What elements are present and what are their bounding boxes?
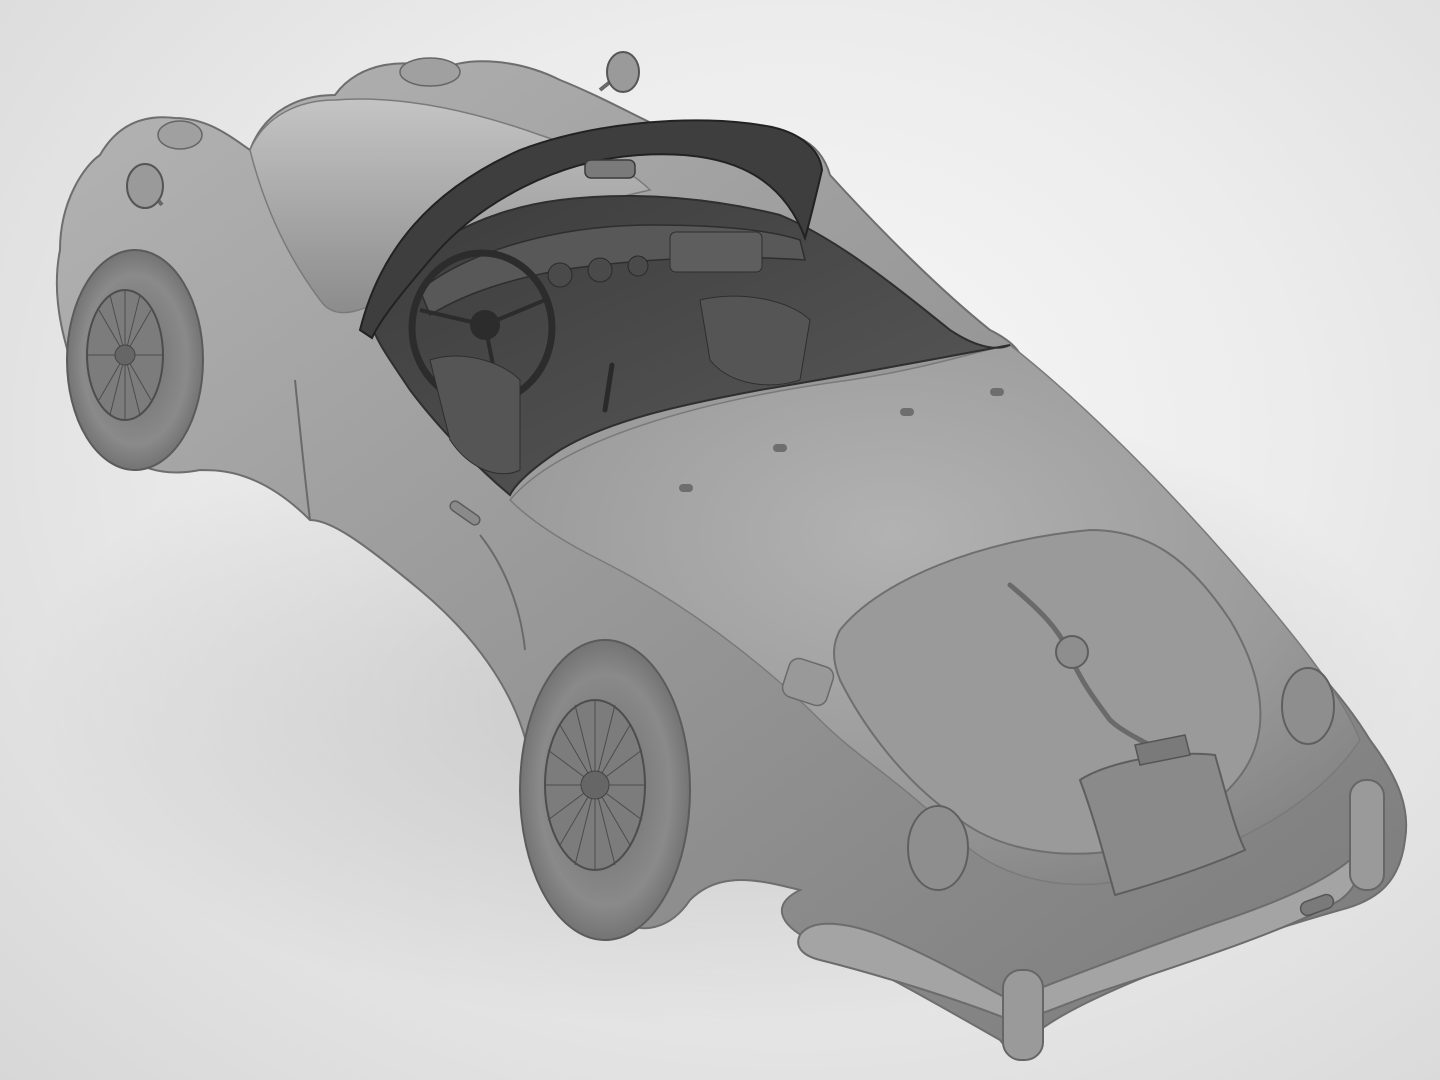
rear-wheel xyxy=(519,639,691,941)
render-canvas xyxy=(0,0,1440,1080)
glovebox xyxy=(669,231,763,273)
tail-light-left xyxy=(907,805,969,891)
gauge-1 xyxy=(547,262,573,288)
boot-emblem xyxy=(1055,635,1089,669)
overrider-right xyxy=(1349,779,1385,891)
side-mirror-left xyxy=(126,163,164,209)
gauge-2 xyxy=(587,257,613,283)
overrider-left xyxy=(1002,969,1044,1061)
tail-light-right xyxy=(1281,667,1335,745)
side-mirror-right xyxy=(598,51,640,93)
front-wheel xyxy=(66,249,204,471)
car-render xyxy=(20,51,1420,1061)
gauge-3 xyxy=(627,255,649,277)
headlight-right xyxy=(399,57,461,87)
rear-view-mirror xyxy=(584,159,636,179)
headlight-left xyxy=(157,120,203,150)
